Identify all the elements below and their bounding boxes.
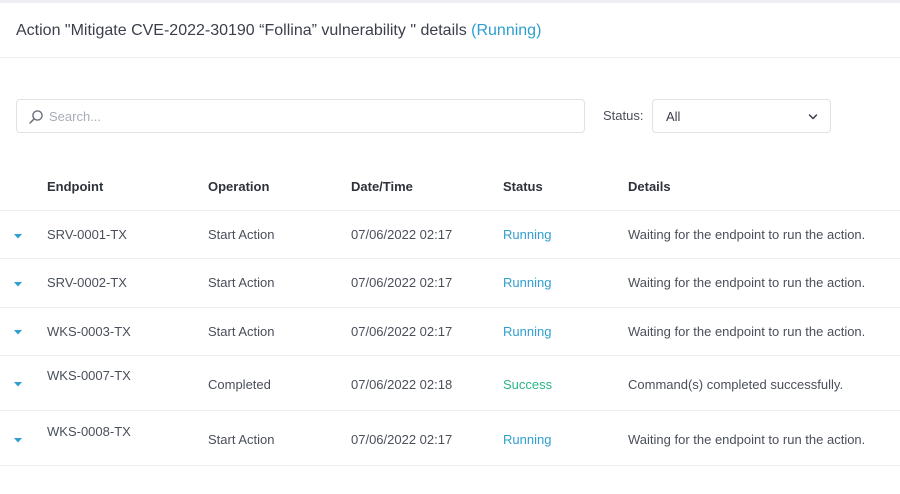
table-row[interactable]: WKS-0007-TX Completed 07/06/2022 02:18 S… (0, 355, 900, 410)
caret-down-icon[interactable] (12, 279, 24, 289)
search-input[interactable] (49, 100, 569, 132)
table-row[interactable]: WKS-0003-TX Start Action 07/06/2022 02:1… (0, 307, 900, 355)
status-filter-value: All (666, 109, 681, 124)
operation-cell: Start Action (208, 324, 275, 339)
datetime-cell: 07/06/2022 02:17 (351, 432, 453, 447)
endpoint-cell: WKS-0007-TX (47, 368, 131, 383)
details-cell: Waiting for the endpoint to run the acti… (628, 227, 866, 242)
endpoint-cell: SRV-0002-TX (47, 275, 127, 290)
column-header-datetime[interactable]: Date/Time (351, 179, 413, 194)
details-cell: Waiting for the endpoint to run the acti… (628, 275, 866, 290)
table-row[interactable]: SRV-0001-TX Start Action 07/06/2022 02:1… (0, 210, 900, 258)
caret-down-icon[interactable] (12, 231, 24, 241)
column-header-endpoint[interactable]: Endpoint (47, 179, 103, 194)
endpoint-cell: WKS-0003-TX (47, 324, 131, 339)
details-cell: Waiting for the endpoint to run the acti… (628, 324, 866, 339)
status-cell: Running (503, 227, 552, 242)
caret-down-icon[interactable] (12, 435, 24, 445)
search-icon (29, 110, 43, 124)
details-cell: Waiting for the endpoint to run the acti… (628, 432, 866, 447)
table-bottom-divider (0, 465, 900, 466)
status-cell: Success (503, 377, 553, 392)
caret-down-icon[interactable] (12, 379, 24, 389)
status-cell: Running (503, 324, 552, 339)
datetime-cell: 07/06/2022 02:18 (351, 377, 453, 392)
status-filter-select[interactable]: All (652, 99, 831, 133)
page-header: Action "Mitigate CVE-2022-30190 “Follina… (0, 3, 900, 58)
operation-cell: Completed (208, 377, 271, 392)
datetime-cell: 07/06/2022 02:17 (351, 275, 453, 290)
page-title-status: (Running) (471, 22, 542, 39)
status-filter-label: Status: (603, 108, 644, 123)
page-title: Action "Mitigate CVE-2022-30190 “Follina… (16, 22, 541, 40)
datetime-cell: 07/06/2022 02:17 (351, 324, 453, 339)
endpoint-cell: SRV-0001-TX (47, 227, 127, 242)
endpoint-cell: WKS-0008-TX (47, 424, 131, 439)
column-header-details[interactable]: Details (628, 179, 671, 194)
column-header-status[interactable]: Status (503, 179, 543, 194)
status-cell: Running (503, 275, 552, 290)
page-title-text: Action "Mitigate CVE-2022-30190 “Follina… (16, 22, 467, 39)
caret-down-icon[interactable] (12, 327, 24, 337)
column-header-operation[interactable]: Operation (208, 179, 269, 194)
status-cell: Running (503, 432, 552, 447)
operation-cell: Start Action (208, 275, 275, 290)
search-box[interactable] (16, 99, 585, 133)
operation-cell: Start Action (208, 432, 275, 447)
details-cell: Command(s) completed successfully. (628, 377, 844, 392)
chevron-down-icon (808, 114, 818, 120)
table-row[interactable]: SRV-0002-TX Start Action 07/06/2022 02:1… (0, 258, 900, 307)
datetime-cell: 07/06/2022 02:17 (351, 227, 453, 242)
table-row[interactable]: WKS-0008-TX Start Action 07/06/2022 02:1… (0, 410, 900, 465)
operation-cell: Start Action (208, 227, 275, 242)
